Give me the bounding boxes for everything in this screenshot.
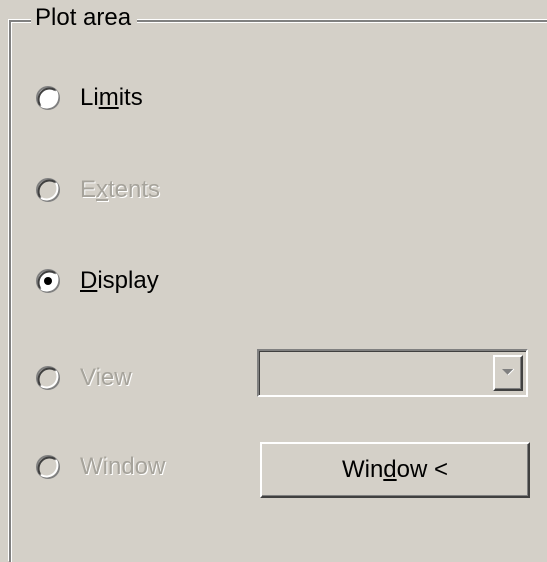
window-radio-option: Window xyxy=(36,447,165,487)
window-radio-button xyxy=(36,455,60,479)
view-select-dropdown-button xyxy=(493,355,523,391)
display-label: Display xyxy=(80,267,159,294)
display-radio-button[interactable] xyxy=(36,269,60,293)
view-select xyxy=(257,349,528,397)
limits-radio-button[interactable] xyxy=(36,86,60,110)
plot-area-dialog-panel: Plot area Limits Extents Display View Wi… xyxy=(0,0,547,562)
extents-radio-button xyxy=(36,178,60,202)
view-radio-option: View xyxy=(36,358,132,398)
display-radio-option[interactable]: Display xyxy=(36,261,159,301)
view-label: View xyxy=(80,364,132,391)
radio-selected-dot xyxy=(44,277,52,285)
window-label: Window xyxy=(80,453,166,480)
extents-label: Extents xyxy=(80,176,161,203)
window-pick-button-label: Window < xyxy=(341,456,449,483)
plot-area-group-title: Plot area xyxy=(31,3,138,33)
limits-label: Limits xyxy=(80,84,143,111)
limits-radio-option[interactable]: Limits xyxy=(36,78,143,118)
view-radio-button xyxy=(36,366,60,390)
extents-radio-option: Extents xyxy=(36,170,160,210)
window-pick-button[interactable]: Window < xyxy=(260,442,530,498)
chevron-down-icon xyxy=(502,368,515,376)
